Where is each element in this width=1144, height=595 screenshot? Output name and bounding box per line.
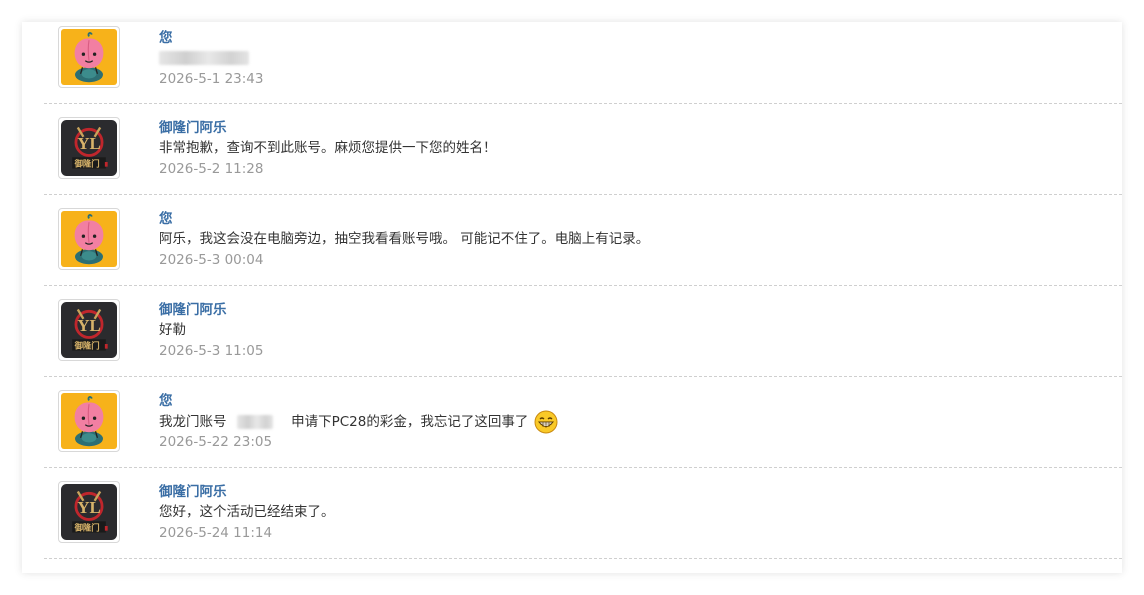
message-text: 您好，这个活动已经结束了。 <box>159 504 335 520</box>
avatar[interactable] <box>58 117 120 179</box>
list-item: 御隆门阿乐 您好，这个活动已经结束了。 2026-5-24 11:14 <box>44 468 1122 559</box>
sender-name[interactable]: 御隆门阿乐 <box>159 483 1112 501</box>
ylm-logo-avatar-icon <box>61 302 117 358</box>
redacted-account <box>236 415 273 429</box>
message-timestamp: 2026-5-1 23:43 <box>159 71 264 87</box>
sender-name[interactable]: 您 <box>159 392 1112 410</box>
message-text: 好勒 <box>159 322 186 338</box>
peach-avatar-icon <box>61 211 117 267</box>
sender-name[interactable]: 您 <box>159 210 1112 228</box>
redacted-text <box>159 51 249 65</box>
message-text: 我龙门账号 申请下PC28的彩金，我忘记了这回事了 <box>159 410 1112 434</box>
list-item: 您 阿乐，我这会没在电脑旁边，抽空我看看账号哦。 可能记不住了。电脑上有记录。 … <box>44 195 1122 286</box>
message-timestamp: 2026-5-22 23:05 <box>159 434 273 450</box>
peach-avatar-icon <box>61 393 117 449</box>
sender-name[interactable]: 您 <box>159 29 1112 47</box>
message-timestamp: 2026-5-24 11:14 <box>159 525 273 541</box>
message-list: 您 2026-5-1 23:43 御隆门阿乐 非常抱歉，查询不到此账号。麻烦您提… <box>44 22 1122 559</box>
grinning-face-icon <box>534 410 558 434</box>
list-item: 御隆门阿乐 非常抱歉，查询不到此账号。麻烦您提供一下您的姓名！ 2026-5-2… <box>44 104 1122 195</box>
message-timestamp: 2026-5-2 11:28 <box>159 161 264 177</box>
message-panel: 您 2026-5-1 23:43 御隆门阿乐 非常抱歉，查询不到此账号。麻烦您提… <box>22 22 1122 573</box>
avatar[interactable] <box>58 208 120 270</box>
sender-name[interactable]: 御隆门阿乐 <box>159 119 1112 137</box>
message-text-prefix: 我龙门账号 <box>159 414 227 430</box>
message-text-suffix: 申请下PC28的彩金，我忘记了这回事了 <box>291 414 529 430</box>
avatar[interactable] <box>58 481 120 543</box>
sender-name[interactable]: 御隆门阿乐 <box>159 301 1112 319</box>
avatar[interactable] <box>58 26 120 88</box>
list-item: 您 2026-5-1 23:43 <box>44 22 1122 104</box>
list-item: 您 我龙门账号 申请下PC28的彩金，我忘记了这回事了 2026-5-22 23… <box>44 377 1122 468</box>
avatar[interactable] <box>58 390 120 452</box>
message-text <box>159 47 1112 69</box>
ylm-logo-avatar-icon <box>61 120 117 176</box>
list-item: 御隆门阿乐 好勒 2026-5-3 11:05 <box>44 286 1122 377</box>
peach-avatar-icon <box>61 29 117 85</box>
avatar[interactable] <box>58 299 120 361</box>
message-text: 阿乐，我这会没在电脑旁边，抽空我看看账号哦。 可能记不住了。电脑上有记录。 <box>159 231 650 247</box>
message-timestamp: 2026-5-3 11:05 <box>159 343 264 359</box>
ylm-logo-avatar-icon <box>61 484 117 540</box>
message-text: 非常抱歉，查询不到此账号。麻烦您提供一下您的姓名！ <box>159 140 497 156</box>
message-timestamp: 2026-5-3 00:04 <box>159 252 264 268</box>
